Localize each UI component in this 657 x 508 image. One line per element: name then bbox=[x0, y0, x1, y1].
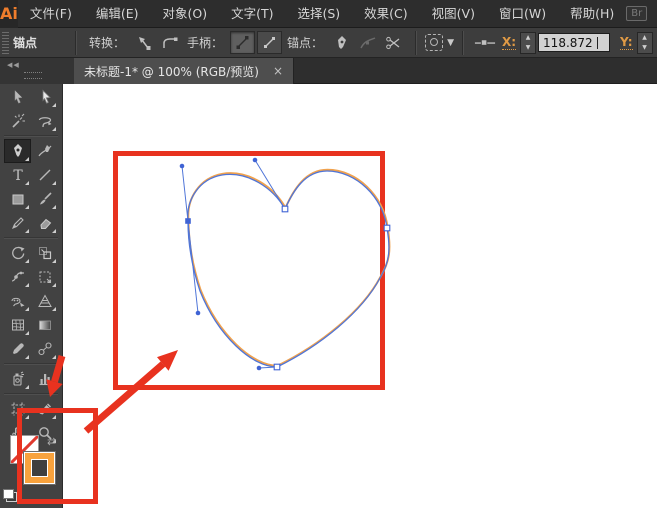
illustrator-window: Ai 文件(F) 编辑(E) 对象(O) 文字(T) 选择(S) 效果(C) 视… bbox=[0, 0, 657, 508]
x-value: 118.872 bbox=[543, 35, 593, 50]
lasso-tool[interactable] bbox=[31, 109, 58, 133]
anchors-label: 锚点： bbox=[287, 36, 324, 50]
selection-tool[interactable] bbox=[4, 85, 31, 109]
convert-to-corner-icon[interactable] bbox=[133, 33, 155, 53]
x-label: X: bbox=[501, 35, 517, 50]
stroke-swatch-hole bbox=[32, 460, 47, 476]
control-panel-title: 锚点 bbox=[13, 36, 38, 50]
close-tab-icon[interactable]: × bbox=[273, 65, 283, 77]
eyedropper-tool[interactable] bbox=[4, 337, 31, 361]
scale-tool[interactable] bbox=[31, 241, 58, 265]
panel-grip[interactable] bbox=[2, 31, 9, 54]
gradient-tool[interactable] bbox=[31, 313, 58, 337]
shape-builder-tool[interactable] bbox=[4, 289, 31, 313]
dashed-box-icon bbox=[425, 34, 444, 51]
document-tab[interactable]: 未标题-1* @ 100% (RGB/预览) × bbox=[74, 58, 295, 84]
stroke-swatch-orange[interactable] bbox=[24, 452, 55, 484]
pen-tool[interactable] bbox=[4, 139, 31, 163]
y-step-up-icon[interactable]: ▲ bbox=[638, 33, 652, 43]
pencil-tool[interactable] bbox=[4, 211, 31, 235]
isolate-mode-dropdown[interactable]: ▼ bbox=[425, 34, 454, 51]
divider bbox=[4, 237, 58, 239]
column-graph-tool[interactable] bbox=[31, 367, 58, 391]
rectangle-tool[interactable] bbox=[4, 187, 31, 211]
divider bbox=[4, 135, 58, 137]
menu-select[interactable]: 选择(S) bbox=[285, 0, 352, 28]
tools-dock-header: ◀◀ bbox=[0, 58, 74, 84]
svg-text:T: T bbox=[13, 168, 23, 183]
menu-file[interactable]: 文件(F) bbox=[18, 0, 84, 28]
document-tab-title: 未标题-1* @ 100% (RGB/预览) bbox=[84, 64, 259, 79]
menu-bar: Ai 文件(F) 编辑(E) 对象(O) 文字(T) 选择(S) 效果(C) 视… bbox=[0, 0, 657, 28]
width-tool[interactable] bbox=[4, 265, 31, 289]
default-fill-stroke-icon[interactable] bbox=[3, 489, 17, 502]
y-step-down-icon[interactable]: ▼ bbox=[638, 43, 652, 53]
menu-view[interactable]: 视图(V) bbox=[420, 0, 487, 28]
artboard-canvas[interactable] bbox=[63, 84, 657, 508]
x-stepper[interactable]: ▲ ▼ bbox=[520, 31, 537, 54]
hide-handles-toggle[interactable] bbox=[257, 31, 283, 54]
dock-grip[interactable] bbox=[24, 72, 42, 79]
mesh-tool[interactable] bbox=[4, 313, 31, 337]
handles-label: 手柄： bbox=[187, 36, 224, 50]
divider bbox=[4, 393, 58, 395]
separator bbox=[415, 30, 418, 55]
menu-edit[interactable]: 编辑(E) bbox=[84, 0, 151, 28]
convert-to-smooth-icon[interactable] bbox=[159, 33, 181, 53]
separator bbox=[75, 30, 78, 55]
x-step-up-icon[interactable]: ▲ bbox=[521, 33, 535, 43]
menu-effect[interactable]: 效果(C) bbox=[352, 0, 419, 28]
curvature-tool[interactable] bbox=[31, 139, 58, 163]
remove-anchor-icon[interactable] bbox=[331, 33, 353, 53]
slice-tool[interactable] bbox=[31, 397, 58, 421]
menu-type[interactable]: 文字(T) bbox=[219, 0, 285, 28]
show-handles-toggle[interactable] bbox=[230, 31, 256, 54]
dropdown-arrow-icon: ▼ bbox=[447, 37, 454, 48]
blend-tool[interactable] bbox=[31, 337, 58, 361]
ai-logo-icon: Ai bbox=[0, 0, 18, 28]
isolate-object-icon[interactable] bbox=[474, 33, 496, 53]
free-transform-tool[interactable] bbox=[31, 265, 58, 289]
cut-path-icon[interactable] bbox=[383, 33, 405, 53]
swap-fill-stroke-icon[interactable]: ⇄ bbox=[47, 435, 56, 448]
menu-object[interactable]: 对象(O) bbox=[150, 0, 219, 28]
divider bbox=[4, 363, 58, 365]
convert-label: 转换： bbox=[89, 36, 126, 50]
tools-panel: T ⇄ bbox=[0, 84, 63, 508]
artboard-tool[interactable] bbox=[4, 397, 31, 421]
collapse-panel-icon[interactable]: ◀◀ bbox=[7, 61, 20, 69]
symbol-sprayer-tool[interactable] bbox=[4, 367, 31, 391]
bridge-button[interactable]: Br bbox=[626, 6, 648, 21]
anchor-curve-icon[interactable] bbox=[357, 33, 379, 53]
menu-window[interactable]: 窗口(W) bbox=[487, 0, 558, 28]
control-bar: 锚点 转换： 手柄： 锚点： ▼ X: ▲ ▼ 118.872 Y: ▲ ▼ bbox=[0, 28, 657, 58]
y-label: Y: bbox=[620, 35, 633, 50]
rotate-tool[interactable] bbox=[4, 241, 31, 265]
perspective-grid-tool[interactable] bbox=[31, 289, 58, 313]
paintbrush-tool[interactable] bbox=[31, 187, 58, 211]
y-stepper[interactable]: ▲ ▼ bbox=[636, 31, 653, 54]
line-segment-tool[interactable] bbox=[31, 163, 58, 187]
text-cursor bbox=[596, 36, 598, 49]
eraser-tool[interactable] bbox=[31, 211, 58, 235]
separator bbox=[461, 30, 464, 55]
menu-help[interactable]: 帮助(H) bbox=[558, 0, 626, 28]
x-step-down-icon[interactable]: ▼ bbox=[521, 43, 535, 53]
direct-selection-tool[interactable] bbox=[31, 85, 58, 109]
color-swatches: ⇄ bbox=[0, 433, 63, 508]
type-tool[interactable]: T bbox=[4, 163, 31, 187]
magic-wand-tool[interactable] bbox=[4, 109, 31, 133]
document-tab-bar: ◀◀ 未标题-1* @ 100% (RGB/预览) × bbox=[0, 58, 657, 84]
x-value-field[interactable]: 118.872 bbox=[538, 33, 611, 52]
